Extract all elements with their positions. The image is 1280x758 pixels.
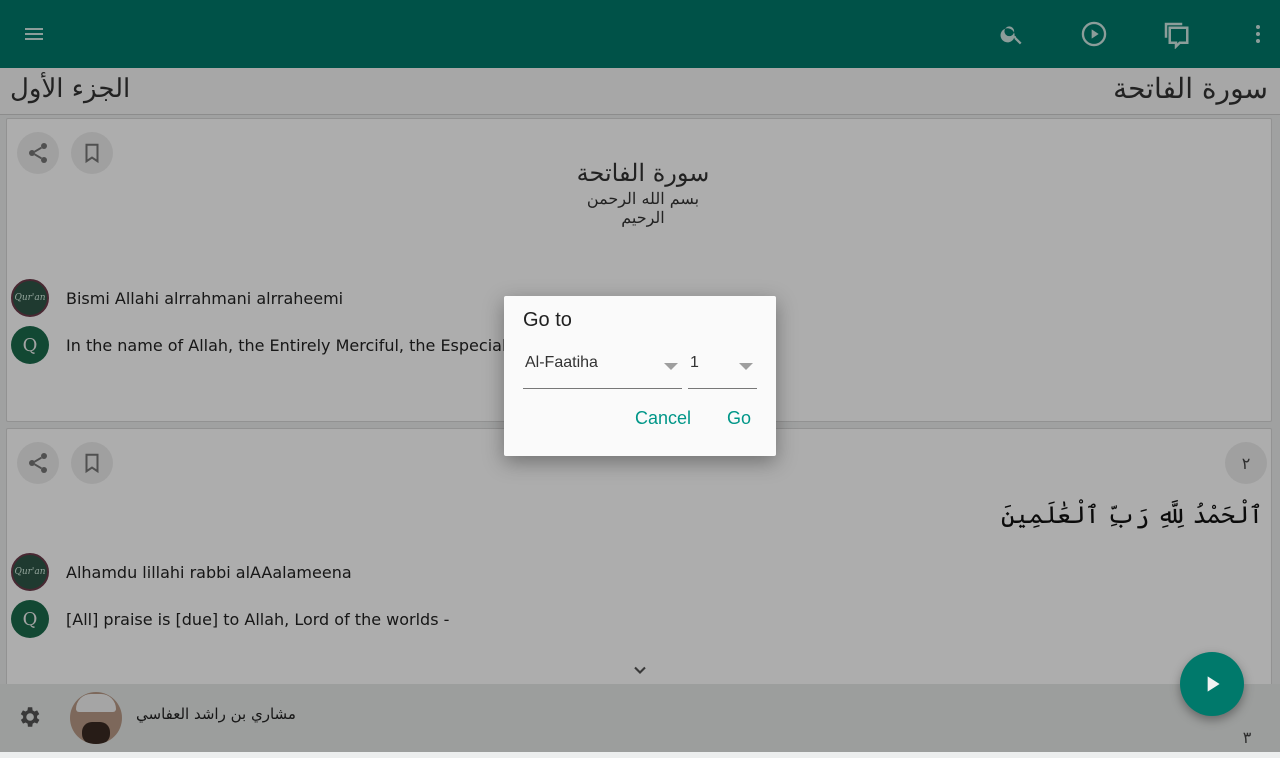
dialog-title: Go to xyxy=(523,309,572,331)
dropdown-caret-icon xyxy=(739,363,753,370)
ayah-dropdown-value: 1 xyxy=(690,354,699,371)
go-to-dialog: Go to Al-Faatiha 1 Cancel Go xyxy=(504,296,776,456)
surah-dropdown[interactable]: Al-Faatiha xyxy=(523,346,682,389)
play-icon xyxy=(1207,676,1220,692)
cancel-button[interactable]: Cancel xyxy=(635,408,691,429)
go-button[interactable]: Go xyxy=(727,408,751,429)
dropdown-caret-icon xyxy=(664,363,678,370)
play-fab[interactable] xyxy=(1180,652,1244,716)
ayah-dropdown[interactable]: 1 xyxy=(688,346,757,389)
surah-dropdown-value: Al-Faatiha xyxy=(525,354,598,371)
